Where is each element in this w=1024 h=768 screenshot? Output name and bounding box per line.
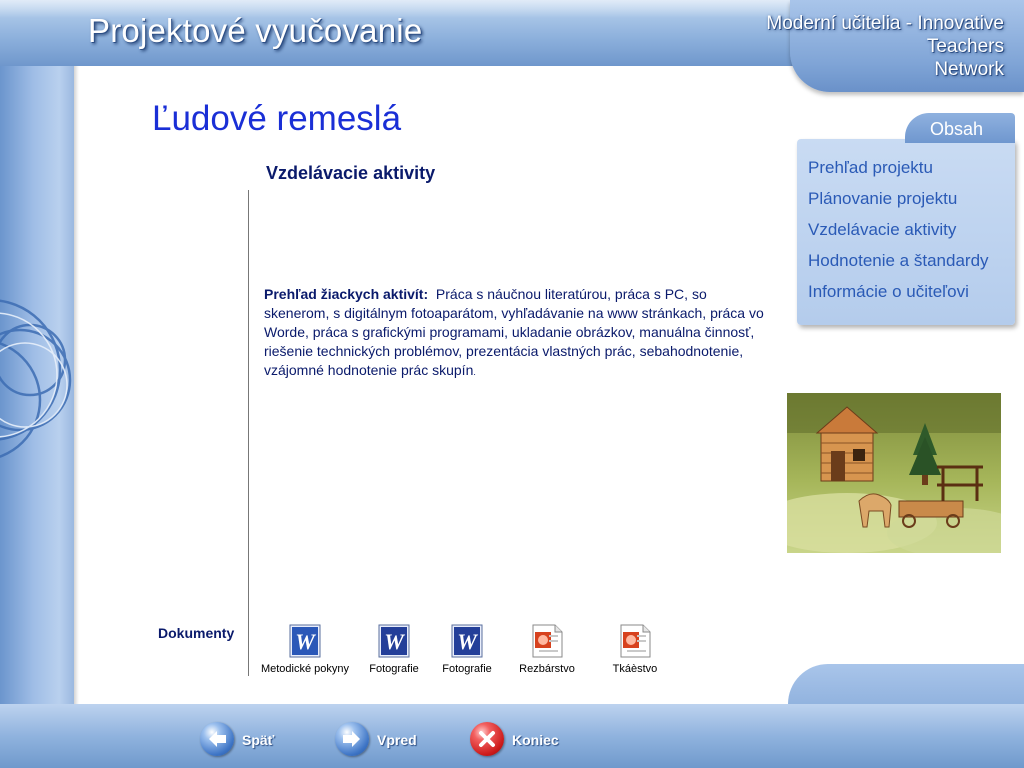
powerpoint-document-icon bbox=[531, 624, 563, 658]
document-label: Fotografie bbox=[369, 663, 419, 675]
menu-item-project-planning[interactable]: Plánovanie projektu bbox=[808, 189, 957, 209]
menu-item-teacher-info[interactable]: Informácie o učiteľovi bbox=[808, 282, 969, 302]
document-link[interactable]: W Fotografie bbox=[362, 624, 426, 675]
network-name: Moderní učitelia - Innovative Teachers N… bbox=[672, 12, 1004, 81]
back-label: Späť bbox=[242, 732, 275, 748]
decorative-circles bbox=[0, 299, 72, 458]
document-link[interactable]: W Metodické pokyny bbox=[258, 624, 352, 675]
app-title: Projektové vyučovanie bbox=[88, 12, 423, 49]
activities-overview: Prehľad žiackych aktivít: Práca s náučno… bbox=[264, 285, 769, 382]
forward-label: Vpred bbox=[377, 732, 417, 748]
word-document-icon: W bbox=[451, 624, 483, 658]
network-line-3: Network bbox=[934, 59, 1004, 80]
back-button[interactable]: Späť bbox=[200, 722, 290, 758]
arrow-right-icon bbox=[335, 722, 369, 756]
content-divider bbox=[248, 190, 249, 676]
svg-text:W: W bbox=[384, 629, 405, 654]
menu-item-learning-activities[interactable]: Vzdelávacie aktivity bbox=[808, 220, 956, 240]
exit-label: Koniec bbox=[512, 732, 559, 748]
document-label: Metodické pokyny bbox=[260, 663, 350, 675]
page-title: Ľudové remeslá bbox=[152, 99, 402, 138]
network-line-1: Moderní učitelia - Innovative bbox=[766, 13, 1004, 34]
word-document-icon: W bbox=[378, 624, 410, 658]
document-link[interactable]: Tkáèstvo bbox=[602, 624, 668, 675]
network-line-2: Teachers bbox=[926, 36, 1004, 57]
documents-label: Dokumenty bbox=[158, 625, 235, 641]
svg-text:W: W bbox=[295, 629, 316, 654]
contents-menu-title: Obsah bbox=[930, 119, 984, 139]
powerpoint-document-icon bbox=[619, 624, 651, 658]
forward-button[interactable]: Vpred bbox=[335, 722, 435, 758]
document-label: Fotografie bbox=[442, 663, 492, 675]
word-document-icon: W bbox=[289, 624, 321, 658]
document-link[interactable]: Rezbárstvo bbox=[513, 624, 581, 675]
document-label: Tkáèstvo bbox=[612, 663, 658, 675]
document-link[interactable]: W Fotografie bbox=[435, 624, 499, 675]
menu-item-project-overview[interactable]: Prehľad projektu bbox=[808, 158, 933, 178]
exit-button[interactable]: Koniec bbox=[470, 722, 570, 758]
menu-item-assessment-standards[interactable]: Hodnotenie a štandardy bbox=[808, 251, 989, 271]
arrow-left-icon bbox=[200, 722, 234, 756]
close-icon bbox=[470, 722, 504, 756]
overview-end: . bbox=[473, 367, 476, 377]
svg-text:W: W bbox=[457, 629, 478, 654]
crafts-photo bbox=[787, 393, 1001, 553]
section-heading: Vzdelávacie aktivity bbox=[266, 163, 436, 183]
overview-label: Prehľad žiackych aktivít: bbox=[264, 286, 429, 302]
document-label: Rezbárstvo bbox=[519, 663, 575, 675]
left-frame-bar bbox=[0, 0, 74, 768]
